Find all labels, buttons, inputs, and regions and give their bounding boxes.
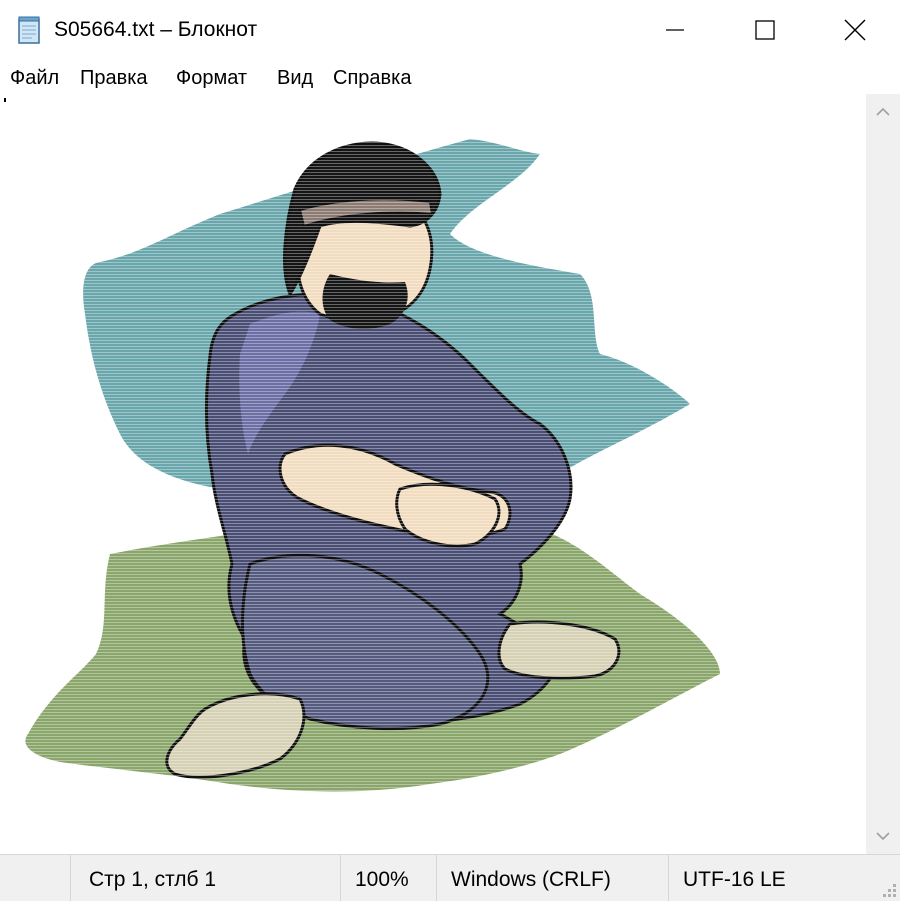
- minimize-icon: [666, 29, 684, 31]
- status-position: Стр 1, стлб 1: [70, 855, 340, 901]
- chevron-up-icon: [876, 107, 890, 116]
- scroll-up-button[interactable]: [866, 100, 900, 124]
- maximize-icon: [755, 20, 775, 40]
- vertical-scrollbar[interactable]: [866, 94, 900, 854]
- menu-file[interactable]: Файл: [10, 65, 59, 91]
- menu-edit[interactable]: Правка: [80, 65, 148, 91]
- menu-view[interactable]: Вид: [277, 65, 313, 91]
- window-title: S05664.txt – Блокнот: [54, 18, 258, 41]
- menu-format[interactable]: Формат: [176, 65, 247, 91]
- maximize-button[interactable]: [720, 0, 810, 60]
- text-editor-area[interactable]: [0, 94, 866, 854]
- chevron-down-icon: [876, 832, 890, 841]
- encoding-text: UTF-16 LE: [683, 868, 786, 891]
- scroll-down-button[interactable]: [866, 824, 900, 848]
- minimize-button[interactable]: [630, 0, 720, 60]
- zoom-level-text: 100%: [355, 868, 409, 891]
- menu-bar: Файл Правка Формат Вид Справка: [0, 60, 900, 94]
- status-zoom: 100%: [340, 855, 436, 901]
- resize-grip-icon[interactable]: [878, 879, 898, 899]
- cursor-position-text: Стр 1, стлб 1: [89, 868, 217, 891]
- menu-help[interactable]: Справка: [333, 65, 411, 91]
- status-bar: Стр 1, стлб 1 100% Windows (CRLF) UTF-16…: [0, 854, 900, 901]
- notepad-icon: [16, 15, 44, 45]
- line-ending-text: Windows (CRLF): [451, 868, 611, 891]
- title-bar[interactable]: S05664.txt – Блокнот: [0, 0, 900, 60]
- status-encoding: UTF-16 LE: [668, 855, 900, 901]
- ascii-line-texture: [0, 94, 866, 854]
- close-button[interactable]: [810, 0, 900, 60]
- close-icon: [844, 19, 866, 41]
- status-line-ending: Windows (CRLF): [436, 855, 668, 901]
- ascii-art-illustration: [0, 94, 866, 854]
- text-caret: [4, 98, 6, 102]
